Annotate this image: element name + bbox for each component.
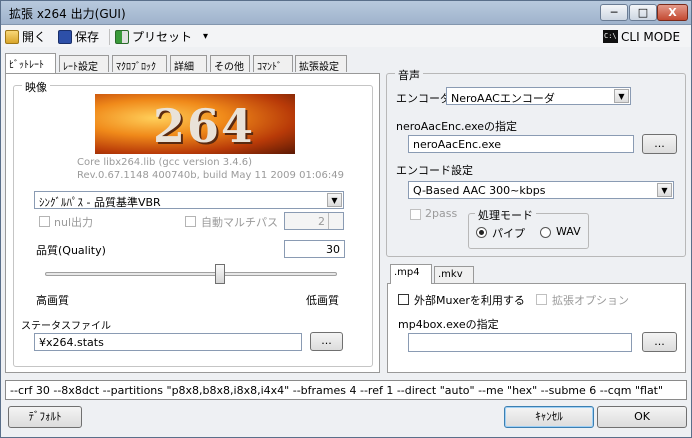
quality-value: 30 [326,243,340,256]
twopass-checkbox[interactable] [410,209,421,220]
open-label: 開く [22,30,47,44]
tab-macroblock[interactable]: ﾏｸﾛﾌﾞﾛｯｸ [112,55,167,73]
encoder-select[interactable]: NeroAACエンコーダ ▼ [446,87,631,105]
audio-legend: 音声 [395,67,423,83]
chevron-down-icon: ▼ [327,193,342,207]
save-label: 保存 [75,30,100,44]
mp4box-browse-button[interactable]: ... [642,332,677,352]
tab-mp4[interactable]: .mp4 [390,264,432,284]
auto-multipass-label: 自動マルチパス [201,216,278,229]
wav-radio[interactable] [540,227,551,238]
stats-browse-button[interactable]: ... [310,332,343,351]
ext-option-checkbox[interactable] [536,294,547,305]
exe-path-value: neroAacEnc.exe [413,138,502,151]
quality-slider-thumb[interactable] [215,264,226,284]
console-icon: C:\ [603,30,618,43]
close-button[interactable]: X [657,4,688,21]
exe-browse-button[interactable]: ... [642,134,677,154]
title-bar[interactable]: 拡張 x264 出力(GUI) ─ □ X [1,1,691,25]
preset-button[interactable]: プリセット ▾ [115,28,208,45]
folder-icon [5,29,19,44]
ext-option-label: 拡張オプション [552,294,629,307]
minimize-button[interactable]: ─ [600,4,628,21]
encode-setting-value: Q-Based AAC 300~kbps [413,184,546,197]
core-version: Core libx264.lib (gcc version 3.4.6) [77,157,253,168]
maximize-button[interactable]: □ [629,4,657,21]
command-line-preview: --crf 30 --8x8dct --partitions "p8x8,b8x… [5,380,687,400]
logo-text: 264 [153,99,256,153]
x264-logo: 264 [95,94,295,154]
preset-icon [115,29,129,44]
stats-file-label: ステータスファイル [21,321,111,332]
nul-output-checkbox[interactable] [39,216,50,227]
window-title: 拡張 x264 出力(GUI) [9,7,126,21]
tab-command[interactable]: ｺﾏﾝﾄﾞ [253,55,293,73]
toolbar-separator [109,29,110,45]
tab-other[interactable]: その他 [210,55,250,73]
preset-label: プリセット [132,30,193,44]
quality-slider-track[interactable] [45,272,337,276]
multipass-spinner[interactable] [328,213,343,229]
quality-label: 品質(Quality) [36,244,106,257]
default-button[interactable]: ﾃﾞﾌｫﾙﾄ [8,406,82,428]
stats-file-field[interactable]: ¥x264.stats [34,333,302,351]
stats-file-value: ¥x264.stats [39,336,104,349]
tab-extended-settings[interactable]: 拡張設定 [295,55,347,73]
floppy-icon [58,29,72,44]
multipass-count-value: 2 [318,215,325,228]
encode-setting-label: エンコード設定 [396,164,473,177]
tab-mkv[interactable]: .mkv [434,266,474,283]
main-window: 拡張 x264 出力(GUI) ─ □ X 開く 保存 プリセット ▾ C:\ … [0,0,692,438]
rate-mode-select[interactable]: ｼﾝｸﾞﾙﾊﾟｽ - 品質基準VBR ▼ [34,191,344,209]
chevron-down-icon: ▼ [657,183,672,197]
pipe-radio[interactable] [476,227,487,238]
wav-label: WAV [556,225,581,238]
encode-setting-select[interactable]: Q-Based AAC 300~kbps ▼ [408,181,674,199]
chevron-down-icon: ▾ [203,31,209,42]
exe-path-label: neroAacEnc.exeの指定 [396,120,518,133]
cli-mode-button[interactable]: C:\ CLI MODE [603,28,680,45]
external-muxer-checkbox[interactable] [398,294,409,305]
low-quality-label: 低画質 [306,294,339,307]
ok-button[interactable]: OK [597,406,687,428]
mp4box-path-label: mp4box.exeの指定 [398,318,499,331]
rate-mode-value: ｼﾝｸﾞﾙﾊﾟｽ - 品質基準VBR [39,196,161,209]
external-muxer-label: 外部Muxerを利用する [414,294,525,307]
nul-output-label: nul出力 [54,216,93,229]
encoder-value: NeroAACエンコーダ [451,92,555,105]
revision-info: Rev.0.67.1148 400740b, build May 11 2009… [77,170,344,181]
tab-details[interactable]: 詳細 [170,55,207,73]
open-button[interactable]: 開く [5,28,46,45]
video-legend: 映像 [22,79,50,95]
auto-multipass-checkbox[interactable] [185,216,196,227]
encoder-label: エンコーダ [396,92,451,105]
chevron-down-icon: ▼ [614,89,629,103]
cli-mode-label: CLI MODE [621,29,681,44]
pipe-label: パイプ [492,227,525,240]
high-quality-label: 高画質 [36,294,69,307]
process-mode-legend: 処理モード [475,207,536,223]
exe-path-field[interactable]: neroAacEnc.exe [408,135,634,153]
toolbar: 開く 保存 プリセット ▾ C:\ CLI MODE [1,25,691,47]
quality-field[interactable]: 30 [284,240,345,258]
tab-rate-settings[interactable]: ﾚｰﾄ設定 [59,55,109,73]
twopass-label: 2pass [425,207,458,220]
save-button[interactable]: 保存 [58,28,99,45]
cancel-button[interactable]: ｷｬﾝｾﾙ [504,406,594,428]
tab-bitrate[interactable]: ﾋﾞｯﾄﾚｰﾄ [5,53,56,73]
mp4box-path-field[interactable] [408,333,632,352]
